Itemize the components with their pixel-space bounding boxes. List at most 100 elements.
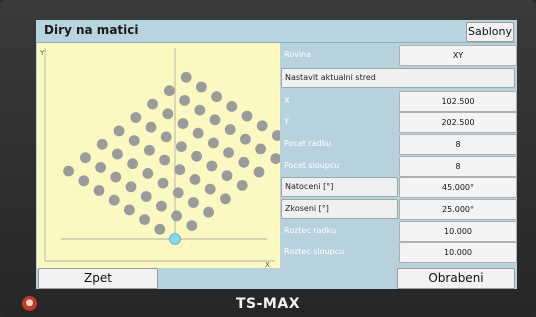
- hole-point: [171, 210, 183, 222]
- hole-point: [203, 206, 215, 218]
- hole-point: [179, 95, 191, 106]
- hole-point: [78, 175, 90, 187]
- property-value-field[interactable]: 202.500: [399, 112, 517, 133]
- hole-point: [220, 193, 231, 205]
- hole-point: [186, 220, 198, 232]
- property-value-field[interactable]: 102.500: [399, 91, 517, 112]
- title-bar: Diry na matici Sablony: [36, 20, 517, 43]
- property-label: Rovina: [284, 50, 312, 59]
- hole-point: [189, 174, 201, 185]
- property-row: Roztec radku 10.000: [281, 221, 517, 242]
- property-label: Roztec sloupcu: [284, 247, 345, 256]
- hole-point: [63, 165, 74, 177]
- hole-point: [236, 180, 248, 191]
- hole-point: [160, 131, 172, 143]
- hole-point: [128, 135, 140, 146]
- screen: Diry na matici Sablony YX Rovina XY Nastav…: [36, 20, 517, 289]
- hole-point: [206, 160, 218, 172]
- hole-point: [164, 85, 175, 97]
- property-action-button[interactable]: Natoceni [°]: [281, 177, 398, 197]
- hole-point: [180, 71, 192, 83]
- hole-point: [96, 138, 108, 150]
- hole-point: [221, 170, 233, 182]
- hole-point: [162, 108, 174, 120]
- hole-point: [272, 130, 280, 141]
- hole-point: [253, 166, 265, 178]
- hole-point: [130, 112, 142, 123]
- hole-point: [127, 158, 138, 170]
- hole-point: [209, 114, 221, 126]
- property-row: Pocet radku 8: [281, 134, 517, 155]
- preview-canvas: YX: [39, 48, 280, 268]
- hole-point: [144, 144, 155, 156]
- hole-point: [108, 194, 120, 206]
- hole-point: [177, 118, 189, 129]
- hole-point: [223, 147, 235, 158]
- property-label: Pocet sloupcu: [284, 161, 340, 170]
- hole-point: [270, 153, 280, 164]
- hole-point: [191, 150, 203, 162]
- hole-point: [238, 156, 250, 168]
- hole-point: [113, 125, 125, 137]
- property-value-field[interactable]: 25.000°: [399, 199, 517, 220]
- hole-point: [226, 101, 238, 112]
- brand-name: TS-MAX: [235, 296, 300, 312]
- property-label: Y: [284, 117, 289, 126]
- property-label: Pocet radku: [284, 139, 332, 148]
- hole-point: [240, 133, 251, 145]
- property-value-field[interactable]: 10.000: [399, 242, 517, 263]
- property-row: Y 202.500: [281, 112, 517, 133]
- property-label: Roztec radku: [284, 226, 337, 235]
- hole-point: [125, 181, 137, 193]
- property-action-button[interactable]: Zkoseni [°]: [281, 199, 398, 219]
- hole-point: [110, 171, 122, 183]
- hole-point: [124, 204, 135, 216]
- hole-point: [188, 197, 199, 208]
- hole-point: [211, 91, 223, 103]
- property-value-field[interactable]: 8: [399, 134, 517, 155]
- property-row: Zkoseni [°] 25.000°: [281, 199, 517, 220]
- property-row: Roztec sloupcu 10.000: [281, 242, 517, 263]
- hole-point: [172, 187, 184, 199]
- footer-bar: Zpet Obrabeni: [36, 268, 517, 289]
- hole-point: [154, 223, 166, 235]
- hole-point: [80, 152, 91, 164]
- hole-point: [194, 104, 206, 116]
- property-row: X 102.500: [281, 91, 517, 112]
- hole-point: [112, 148, 123, 160]
- property-row: Nastavit aktualni stred: [281, 68, 517, 88]
- device-frame: Diry na matici Sablony YX Rovina XY Nastav…: [0, 0, 536, 317]
- y-axis-label: Y: [39, 49, 45, 57]
- hole-point: [256, 120, 268, 132]
- hole-point: [145, 121, 157, 133]
- hole-point: [139, 214, 150, 226]
- property-row: Pocet sloupcu 8: [281, 156, 517, 177]
- hole-point: [196, 81, 207, 93]
- hole-point: [156, 200, 167, 212]
- hole-point: [241, 110, 253, 122]
- property-row: Natoceni [°] 45.000°: [281, 177, 517, 198]
- property-value-field[interactable]: 10.000: [399, 221, 517, 242]
- property-label: X: [284, 96, 290, 105]
- origin-hole: [169, 233, 181, 245]
- hole-point: [93, 185, 105, 196]
- property-value-field[interactable]: 45.000°: [399, 177, 517, 198]
- machining-button[interactable]: Obrabeni: [397, 268, 515, 289]
- hole-point: [174, 164, 186, 176]
- property-value-field[interactable]: XY: [399, 45, 517, 66]
- hole-point: [255, 143, 266, 155]
- window-title: Diry na matici: [44, 23, 139, 37]
- hole-point: [208, 137, 219, 149]
- hole-point: [176, 141, 187, 152]
- hole-point: [159, 154, 170, 166]
- property-action-button[interactable]: Nastavit aktualni stred: [281, 68, 515, 88]
- back-button[interactable]: Zpet: [38, 268, 158, 289]
- property-row: Rovina XY: [281, 45, 517, 66]
- hole-point: [204, 183, 216, 195]
- hole-pattern-preview: YX: [37, 43, 280, 268]
- templates-button[interactable]: Sablony: [466, 22, 514, 42]
- hole-point: [142, 168, 154, 179]
- hole-point: [224, 124, 236, 135]
- hole-point: [147, 98, 158, 110]
- property-value-field[interactable]: 8: [399, 156, 517, 177]
